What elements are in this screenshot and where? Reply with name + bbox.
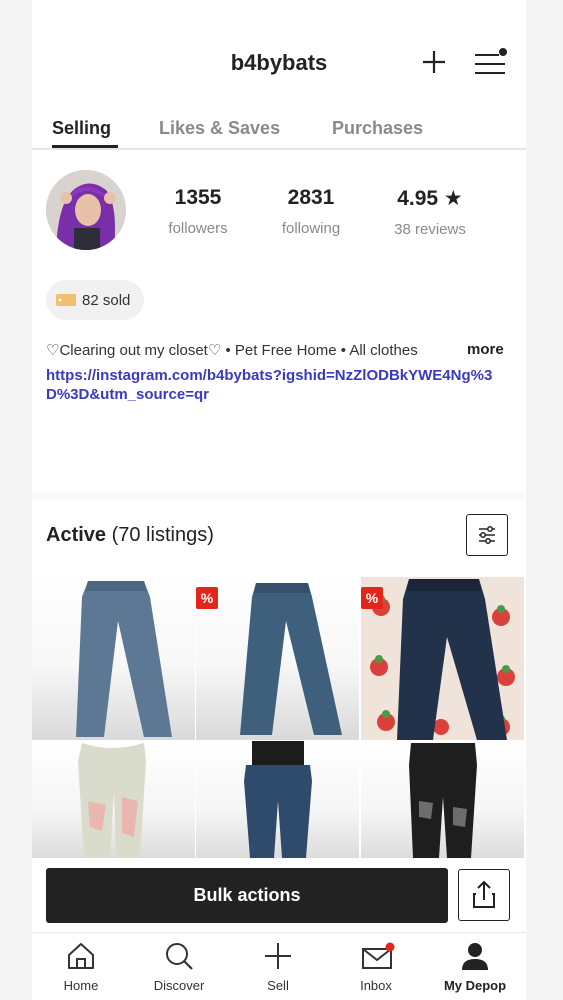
home-icon bbox=[68, 943, 94, 969]
listing-tile[interactable]: % bbox=[361, 577, 524, 740]
bottom-navigation: Home Discover Sell Inbox My Depop bbox=[32, 932, 526, 1000]
plus-icon bbox=[423, 51, 445, 73]
nav-inbox[interactable]: Inbox bbox=[327, 933, 425, 1000]
listing-image-blue-low-rise-jeans bbox=[196, 741, 359, 858]
listing-image-ripped-white-jeans bbox=[32, 741, 195, 858]
followers-label: followers bbox=[168, 220, 228, 237]
nav-sell[interactable]: Sell bbox=[229, 933, 327, 1000]
tab-purchases[interactable]: Purchases bbox=[332, 118, 423, 139]
nav-home[interactable]: Home bbox=[32, 933, 130, 1000]
nav-discover-label: Discover bbox=[153, 978, 205, 993]
rating-value: 4.95 ★ bbox=[397, 187, 463, 210]
person-icon bbox=[462, 943, 488, 970]
rating-stat[interactable]: 4.95 ★ 38 reviews bbox=[370, 186, 490, 238]
active-listings-heading: Active (70 listings) bbox=[46, 524, 214, 547]
avatar[interactable] bbox=[46, 170, 126, 250]
nav-inbox-label: Inbox bbox=[360, 978, 392, 993]
plus-icon bbox=[265, 943, 291, 969]
listing-image-light-wash-jeans bbox=[32, 577, 195, 740]
listing-image-medium-wash-jeans bbox=[196, 577, 359, 740]
price-tag-icon bbox=[56, 294, 76, 306]
nav-my-depop[interactable]: My Depop bbox=[426, 933, 524, 1000]
nav-my-depop-label: My Depop bbox=[443, 978, 507, 993]
active-tab-indicator bbox=[52, 145, 118, 148]
menu-button[interactable] bbox=[473, 47, 507, 77]
following-stat[interactable]: 2831 following bbox=[251, 186, 371, 237]
listing-tile[interactable]: % bbox=[196, 577, 359, 740]
reviews-count: 38 reviews bbox=[394, 221, 466, 238]
nav-discover[interactable]: Discover bbox=[130, 933, 228, 1000]
tab-likes-saves[interactable]: Likes & Saves bbox=[159, 118, 280, 139]
avatar-image bbox=[46, 170, 126, 250]
following-count: 2831 bbox=[287, 186, 335, 209]
hamburger-menu-icon bbox=[475, 48, 507, 74]
mail-icon bbox=[362, 942, 395, 969]
bio-instagram-link[interactable]: https://instagram.com/b4bybats?igshid=Nz… bbox=[46, 366, 516, 404]
listing-tile[interactable] bbox=[32, 741, 195, 858]
share-icon bbox=[473, 880, 495, 908]
profile-username: b4bybats bbox=[230, 50, 328, 75]
sold-count: 82 sold bbox=[82, 291, 131, 309]
active-label: Active bbox=[46, 524, 107, 546]
sold-badge: 82 sold bbox=[46, 280, 145, 320]
search-icon bbox=[166, 943, 193, 970]
bio-more-link[interactable]: more bbox=[467, 341, 504, 358]
listing-image-black-ripped-jeans bbox=[361, 741, 524, 858]
nav-home-label: Home bbox=[63, 978, 99, 993]
nav-sell-label: Sell bbox=[267, 978, 289, 993]
tab-selling[interactable]: Selling bbox=[52, 118, 111, 139]
followers-stat[interactable]: 1355 followers bbox=[138, 186, 258, 237]
listing-tile[interactable] bbox=[32, 577, 195, 740]
add-listing-button[interactable] bbox=[420, 48, 448, 76]
listings-count: (70 listings) bbox=[111, 524, 214, 546]
bulk-actions-button[interactable]: Bulk actions bbox=[46, 868, 448, 923]
profile-screen: b4bybats Selling Likes & Saves Purchases bbox=[32, 0, 526, 1000]
sale-badge: % bbox=[196, 587, 218, 609]
sale-badge: % bbox=[361, 587, 383, 609]
share-button[interactable] bbox=[458, 869, 510, 921]
profile-tabs: Selling Likes & Saves Purchases bbox=[32, 118, 526, 150]
section-divider bbox=[32, 492, 526, 500]
sliders-icon bbox=[479, 526, 495, 544]
following-label: following bbox=[281, 220, 341, 237]
listing-tile[interactable] bbox=[361, 741, 524, 858]
listing-tile[interactable] bbox=[196, 741, 359, 858]
filter-button[interactable] bbox=[466, 514, 508, 556]
bio-fade bbox=[417, 338, 462, 362]
followers-count: 1355 bbox=[174, 186, 222, 209]
listing-image-dark-jeans-strawberry bbox=[361, 577, 524, 740]
